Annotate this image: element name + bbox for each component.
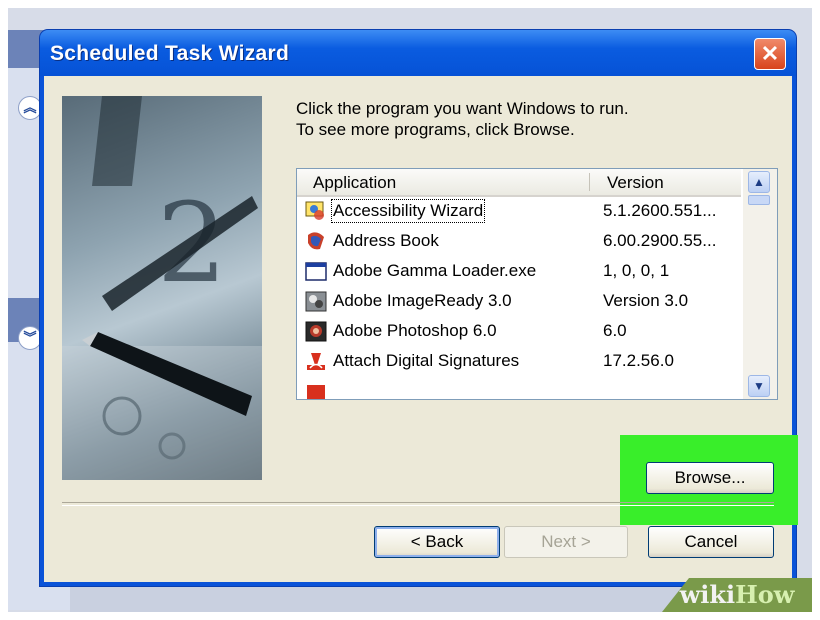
next-button[interactable]: Next > xyxy=(504,526,628,558)
list-item[interactable]: Attach Digital Signatures 17.2.56.0 xyxy=(297,347,741,376)
column-separator[interactable] xyxy=(589,173,590,191)
imageready-icon xyxy=(305,291,327,312)
program-version: 6.0 xyxy=(603,321,627,340)
list-header: Application Version xyxy=(297,169,741,197)
list-item[interactable]: Address Book 6.00.2900.55... xyxy=(297,227,741,256)
column-header-version[interactable]: Version xyxy=(607,173,664,193)
autocad-icon xyxy=(307,385,325,399)
vertical-scrollbar[interactable]: ▲ ▼ xyxy=(743,169,777,399)
program-version: 5.1.2600.551... xyxy=(603,201,717,220)
program-version: 17.2.56.0 xyxy=(603,351,674,370)
list-item[interactable]: Accessibility Wizard 5.1.2600.551... xyxy=(297,197,741,226)
watermark-wiki: wiki xyxy=(679,580,736,609)
application-window-icon xyxy=(305,262,327,281)
title-bar[interactable]: Scheduled Task Wizard ✕ xyxy=(40,30,796,76)
photoshop-icon xyxy=(305,321,327,342)
program-name: Adobe ImageReady 3.0 xyxy=(333,291,512,310)
instruction-line-2: To see more programs, click Browse. xyxy=(296,120,575,139)
program-version: 1, 0, 0, 1 xyxy=(603,261,670,280)
scroll-up-arrow-icon[interactable]: ▲ xyxy=(748,171,770,193)
column-header-application[interactable]: Application xyxy=(313,173,396,193)
program-version: Version 3.0 xyxy=(603,291,689,310)
program-name: Attach Digital Signatures xyxy=(333,351,520,370)
address-book-icon xyxy=(308,232,324,250)
instruction-line-1: Click the program you want Windows to ru… xyxy=(296,99,629,118)
list-item-partial[interactable] xyxy=(297,377,741,399)
cancel-button[interactable]: Cancel xyxy=(648,526,774,558)
program-name: Adobe Gamma Loader.exe xyxy=(333,261,537,280)
list-item[interactable]: Adobe Photoshop 6.0 6.0 xyxy=(297,317,741,346)
digital-signature-icon xyxy=(307,353,325,370)
collapse-chevron-icon[interactable]: ︽ xyxy=(18,96,42,120)
program-version: 6.00.2900.55... xyxy=(603,231,717,250)
program-name: Address Book xyxy=(333,231,439,250)
button-divider xyxy=(62,502,774,506)
program-name: Adobe Photoshop 6.0 xyxy=(333,321,497,340)
accessibility-wizard-icon xyxy=(305,201,324,220)
expand-chevron-icon[interactable]: ︾ xyxy=(18,326,42,350)
scroll-down-arrow-icon[interactable]: ▼ xyxy=(748,375,770,397)
scroll-thumb[interactable] xyxy=(748,195,770,205)
instruction-text: Click the program you want Windows to ru… xyxy=(296,98,629,140)
window-title: Scheduled Task Wizard xyxy=(50,42,290,65)
clock-pen-illustration: 2 xyxy=(62,96,262,480)
program-name: Accessibility Wizard xyxy=(330,199,486,223)
dialog-body: 2 Click the program you want Windows to … xyxy=(44,76,798,582)
watermark-how: How xyxy=(735,580,795,609)
list-item[interactable]: Adobe Gamma Loader.exe 1, 0, 0, 1 xyxy=(297,257,741,286)
list-rows: Accessibility Wizard 5.1.2600.551... Add… xyxy=(297,197,741,399)
wizard-clock-pen-image: 2 xyxy=(62,96,262,480)
close-button[interactable]: ✕ xyxy=(754,38,786,70)
back-button[interactable]: < Back xyxy=(374,526,500,558)
list-item[interactable]: Adobe ImageReady 3.0 Version 3.0 xyxy=(297,287,741,316)
scheduled-task-wizard-dialog: Scheduled Task Wizard ✕ 2 Click the prog… xyxy=(40,30,798,586)
program-list[interactable]: Application Version Accessibility Wizard… xyxy=(296,168,778,400)
browse-button[interactable]: Browse... xyxy=(646,462,774,494)
